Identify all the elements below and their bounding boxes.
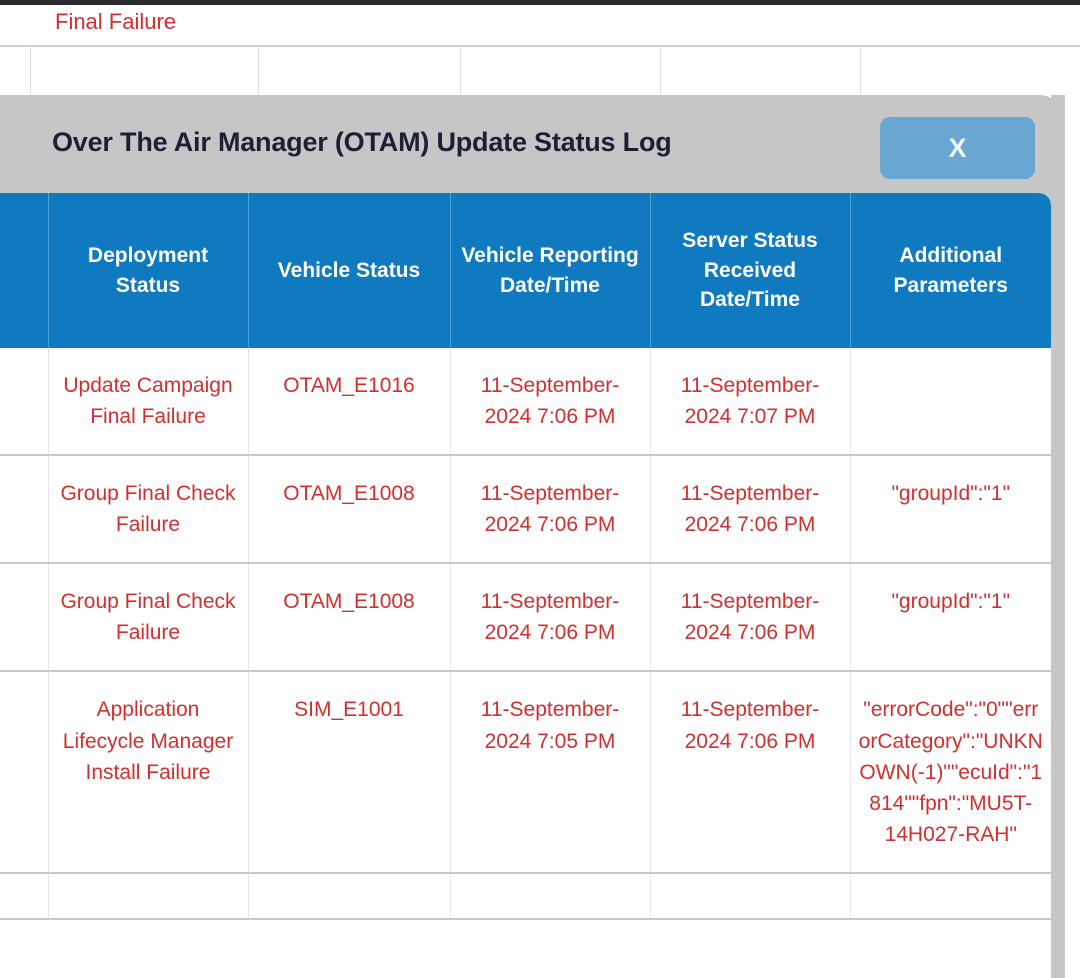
table-row[interactable] <box>0 872 1051 920</box>
cell-server-status-received-datetime <box>650 872 851 920</box>
cell-vehicle-reporting-datetime: 11-September-2024 7:05 PM <box>450 671 651 874</box>
cell-deployment-status <box>48 872 249 920</box>
cell-server-status-received-datetime: 11-September-2024 7:06 PM <box>650 563 851 673</box>
column-header-spacer[interactable] <box>0 193 49 348</box>
close-button[interactable]: X <box>880 117 1035 179</box>
cell-vehicle-status: OTAM_E1008 <box>248 455 451 565</box>
modal-header: Over The Air Manager (OTAM) Update Statu… <box>0 95 1051 193</box>
modal-right-gutter <box>1051 95 1065 978</box>
background-column-divider <box>258 45 259 95</box>
cell-vehicle-status: SIM_E1001 <box>248 671 451 874</box>
table-header-row: Deployment Status Vehicle Status Vehicle… <box>0 193 1051 348</box>
background-divider <box>0 45 1080 47</box>
column-header-deployment-status[interactable]: Deployment Status <box>48 193 249 348</box>
background-column-divider <box>860 45 861 95</box>
table-row[interactable]: Application Lifecycle Manager Install Fa… <box>0 671 1051 874</box>
cell-spacer <box>0 455 49 565</box>
cell-deployment-status: Update Campaign Final Failure <box>48 348 249 457</box>
cell-vehicle-reporting-datetime <box>450 872 651 920</box>
background-column-divider <box>30 45 31 95</box>
table-row[interactable]: Group Final Check Failure OTAM_E1008 11-… <box>0 563 1051 673</box>
cell-server-status-received-datetime: 11-September-2024 7:06 PM <box>650 671 851 874</box>
cell-deployment-status: Group Final Check Failure <box>48 455 249 565</box>
cell-server-status-received-datetime: 11-September-2024 7:06 PM <box>650 455 851 565</box>
cell-deployment-status: Group Final Check Failure <box>48 563 249 673</box>
cell-spacer <box>0 563 49 673</box>
cell-deployment-status: Application Lifecycle Manager Install Fa… <box>48 671 249 874</box>
table-body: Update Campaign Final Failure OTAM_E1016… <box>0 348 1051 920</box>
cell-vehicle-reporting-datetime: 11-September-2024 7:06 PM <box>450 455 651 565</box>
update-status-log-table: Deployment Status Vehicle Status Vehicle… <box>0 193 1051 920</box>
cell-server-status-received-datetime: 11-September-2024 7:07 PM <box>650 348 851 457</box>
cell-additional-parameters <box>850 348 1051 457</box>
background-column-divider <box>660 45 661 95</box>
otam-status-log-modal: Over The Air Manager (OTAM) Update Statu… <box>0 95 1065 978</box>
cell-additional-parameters: "groupId":"1" <box>850 455 1051 565</box>
cell-vehicle-reporting-datetime: 11-September-2024 7:06 PM <box>450 563 651 673</box>
table-row[interactable]: Group Final Check Failure OTAM_E1008 11-… <box>0 455 1051 565</box>
table-head: Deployment Status Vehicle Status Vehicle… <box>0 193 1051 348</box>
log-table-scroll-area[interactable]: Deployment Status Vehicle Status Vehicle… <box>0 193 1051 978</box>
cell-vehicle-status <box>248 872 451 920</box>
cell-spacer <box>0 872 49 920</box>
background-row-text: Final Failure <box>55 9 177 34</box>
background-table: Final Failure <box>0 5 1080 95</box>
cell-spacer <box>0 348 49 457</box>
column-header-server-status-received-datetime[interactable]: Server Status Received Date/Time <box>650 193 851 348</box>
cell-additional-parameters: "errorCode":"0""errorCategory":"UNKNOWN(… <box>850 671 1051 874</box>
background-column-divider <box>460 45 461 95</box>
column-header-additional-parameters[interactable]: Additional Parameters <box>850 193 1051 348</box>
table-row[interactable]: Update Campaign Final Failure OTAM_E1016… <box>0 348 1051 457</box>
page-root: Final Failure Over The Air Manager (OTAM… <box>0 0 1080 978</box>
cell-vehicle-status: OTAM_E1008 <box>248 563 451 673</box>
column-header-vehicle-status[interactable]: Vehicle Status <box>248 193 451 348</box>
cell-spacer <box>0 671 49 874</box>
cell-vehicle-reporting-datetime: 11-September-2024 7:06 PM <box>450 348 651 457</box>
cell-vehicle-status: OTAM_E1016 <box>248 348 451 457</box>
cell-additional-parameters <box>850 872 1051 920</box>
cell-additional-parameters: "groupId":"1" <box>850 563 1051 673</box>
column-header-vehicle-reporting-datetime[interactable]: Vehicle Reporting Date/Time <box>450 193 651 348</box>
modal-title: Over The Air Manager (OTAM) Update Statu… <box>52 127 672 157</box>
